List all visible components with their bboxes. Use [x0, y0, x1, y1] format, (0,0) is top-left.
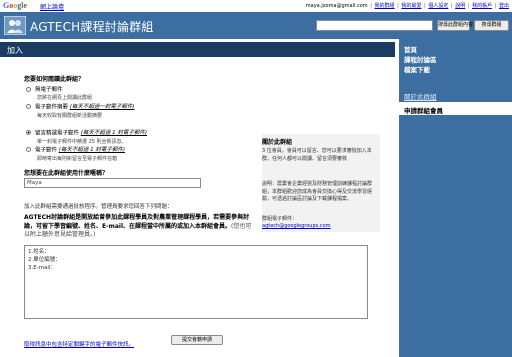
manager-question: AGTECH討論群組是開放給曾參加此課程學員及對農業管理課程學員，若需要參與討論… [24, 214, 252, 238]
search-groups-button[interactable]: 搜尋群組 [474, 20, 509, 31]
sidebar-item-home[interactable]: 首頁 [404, 44, 417, 54]
about-group-heading: 關於此群組 [262, 139, 293, 146]
option-description: 您將在網頁上閱讀此群組 [37, 95, 93, 101]
group-email-link[interactable]: agtech@googlegroups.com [262, 223, 331, 229]
option-no-email[interactable]: 無電子郵件 您將在網頁上閱讀此群組 [26, 85, 92, 101]
sidebar-item-about[interactable]: 關於此群組 [404, 91, 437, 101]
my-groups-link[interactable]: 我的群組 [375, 3, 395, 9]
option-abridged-email[interactable]: 留言精選電子郵件 (每天不超過 1 封電子郵件) 單一封電子郵件中精選 25 則… [26, 128, 147, 145]
sidebar: 首頁 課程討論區 檔案下載 關於此群組 申請群組會員 [399, 39, 512, 357]
read-method-question: 您要如何閱讀此群組？ [24, 76, 85, 83]
option-digest-email[interactable]: 電子郵件摘要 (每天不超過一封電子郵件) 每天收取有關群組新活動摘要 [26, 102, 135, 119]
about-group-description: 說明：農業會企業經營及財務管理訓練課程討論群組，本群組歡迎您成為會員交換心得及交… [262, 181, 373, 202]
product-name-link[interactable]: 網上論壇 [40, 2, 64, 11]
radio-button[interactable] [26, 104, 31, 109]
user-email: maya.jxoma@gmail.com [305, 3, 368, 9]
group-email-label: 群組電子郵件： [262, 216, 298, 222]
email-alert-link[interactable]: 取得訊息中包含特定關鍵字的電子郵件快訊。 [24, 340, 134, 348]
page-title: 加入 [7, 46, 23, 55]
account-links: maya.jxoma@gmail.com | 我的群組 | 我的最愛 | 個人設… [305, 3, 509, 9]
radio-button[interactable] [26, 86, 31, 92]
help-link[interactable]: 說明 [455, 3, 465, 9]
sidebar-item-files[interactable]: 檔案下載 [404, 64, 430, 74]
join-bar: 加入 [0, 42, 395, 57]
google-logo[interactable]: Google [3, 1, 27, 10]
sidebar-item-apply-membership[interactable]: 申請群組會員 [399, 102, 512, 115]
favorites-link[interactable]: 我的最愛 [401, 3, 421, 9]
search-group-button[interactable]: 搜尋此群組內容 [437, 20, 473, 31]
top-bar: Google 網上論壇 maya.jxoma@gmail.com | 我的群組 … [0, 0, 512, 11]
option-description: 每天收取有關群組新活動摘要 [37, 112, 103, 119]
radio-button-selected[interactable] [26, 130, 31, 135]
group-people-icon [4, 16, 26, 35]
radio-button[interactable] [26, 147, 31, 152]
submit-membership-button[interactable]: 提交會籍申請 [171, 335, 223, 345]
option-description: 即時寄出每則新留言至電子郵件信箱 [37, 155, 118, 162]
group-header: AGTECH課程討論群組 搜尋此群組內容 搜尋群組 [0, 12, 512, 39]
sidebar-item-label: 申請群組會員 [404, 107, 443, 115]
approval-note: 加入此群組需要通過批核程序。管理員要求您回答下列問題： [24, 204, 173, 210]
sign-out-link[interactable]: 登出 [499, 3, 509, 9]
profile-link[interactable]: 個人設定 [428, 3, 448, 9]
option-every-email[interactable]: 電子郵件 (每天不超過 1 封電子郵件) 即時寄出每則新留言至電子郵件信箱 [26, 145, 125, 162]
sidebar-item-forum[interactable]: 課程討論區 [404, 54, 437, 64]
answer-textarea[interactable]: 1.姓名： 2.單位編號： 3.E-mail： [24, 245, 368, 319]
nickname-input[interactable]: Maya [24, 178, 201, 188]
option-description: 單一封電子郵件中精選 25 則全新訊息。 [37, 138, 127, 145]
group-title[interactable]: AGTECH課程討論群組 [30, 18, 154, 35]
nickname-question: 您想要在此群組使用什麼暱稱？ [24, 170, 109, 177]
about-group-text: 3 位會員。會員可以留言、您可以要求審批加入本群。任何人都可以閱讀、留言須要審核 [262, 148, 372, 162]
my-account-link[interactable]: 我的帳戶 [472, 3, 492, 9]
search-input[interactable] [316, 20, 433, 31]
